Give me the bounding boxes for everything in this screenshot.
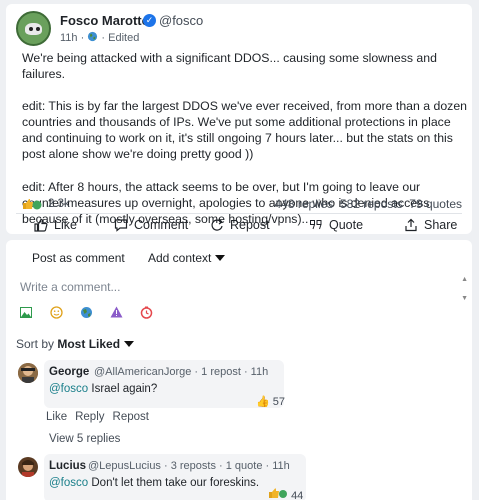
globe-icon: [88, 31, 98, 42]
meta-separator: ·: [80, 32, 88, 44]
comment-repost-button[interactable]: Repost: [113, 411, 149, 423]
tab-post-as-comment[interactable]: Post as comment: [32, 251, 125, 265]
author-avatar[interactable]: [16, 11, 51, 46]
input-scrollbar[interactable]: ▲ ▼: [461, 270, 468, 308]
quote-icon: [310, 220, 322, 230]
view-replies-link[interactable]: View 5 replies: [49, 433, 120, 445]
comment-icon: [114, 219, 128, 232]
warning-icon[interactable]: [109, 305, 123, 319]
comment-text: @fosco Don't let them take our foreskins…: [49, 477, 259, 489]
repost-label: Repost: [230, 218, 270, 232]
repost-button[interactable]: Repost: [210, 218, 270, 232]
comment-author-name[interactable]: Lucius: [49, 460, 86, 472]
edited-label[interactable]: Edited: [108, 32, 139, 44]
post-meta: 11h · · Edited: [60, 31, 139, 44]
comment-likes[interactable]: 👍 57: [256, 395, 285, 408]
reposts-count[interactable]: 582 reposts: [340, 197, 403, 211]
like-icon: [34, 218, 48, 232]
quote-label: Quote: [329, 218, 364, 232]
likes-count: 57: [272, 396, 286, 408]
mention-link[interactable]: @fosco: [49, 477, 88, 489]
comment-avatar[interactable]: [18, 363, 38, 383]
comment-label: Comment: [134, 218, 189, 232]
chevron-down-icon: [215, 255, 226, 261]
comment-actions: Like Reply Repost: [46, 411, 149, 423]
comment-body: Israel again?: [91, 383, 158, 395]
handle-text[interactable]: @AllAmericanJorge: [94, 366, 191, 378]
post-paragraph: edit: This is by far the largest DDOS we…: [22, 99, 468, 162]
comment-body: Don't let them take our foreskins.: [91, 477, 260, 489]
comment-avatar[interactable]: [18, 457, 38, 477]
comment-text: @fosco Israel again?: [49, 383, 157, 395]
globe-icon[interactable]: [79, 305, 93, 319]
thumbs-up-icon: 👍: [256, 396, 270, 408]
tab-add-context[interactable]: Add context: [148, 251, 226, 265]
share-label: Share: [424, 218, 458, 232]
post-stats: 448 replies 582 reposts 79 quotes: [275, 197, 463, 211]
comment-reply-button[interactable]: Reply: [75, 411, 104, 423]
post-card: Fosco Marotto ✓ @fosco 11h · · Edited We…: [6, 4, 472, 234]
comments-card: Post as comment Add context ▲▼ Sort by M…: [6, 240, 472, 500]
comment-likes[interactable]: 44: [268, 488, 303, 500]
comment-button[interactable]: Comment: [114, 218, 188, 232]
handle-text[interactable]: @LepusLucius: [88, 460, 161, 472]
emoji-icon[interactable]: [49, 305, 63, 319]
comment-author-handle: @AllAmericanJorge · 1 repost · 11h: [94, 366, 269, 378]
likes-count: 44: [291, 490, 304, 500]
sort-label: Sort by: [16, 337, 55, 351]
comment-meta: 1 repost · 11h: [201, 366, 269, 378]
thumbs-up-icon: [269, 488, 287, 498]
clock-icon[interactable]: [139, 305, 153, 319]
avatar-eye: [29, 27, 33, 31]
sort-value: Most Liked: [57, 337, 121, 351]
share-icon: [405, 218, 417, 232]
comment-toolbar: [19, 305, 153, 319]
verified-icon: ✓: [143, 14, 156, 27]
sort-control[interactable]: Sort by Most Liked: [16, 337, 135, 351]
like-label: Like: [54, 218, 77, 232]
mention-link[interactable]: @fosco: [49, 383, 88, 395]
author-handle[interactable]: @fosco: [159, 13, 203, 28]
reaction-icons[interactable]: [22, 198, 44, 213]
comment-author-handle: @LepusLucius · 3 reposts · 1 quote · 11h: [88, 460, 290, 472]
avatar-eye: [36, 27, 40, 31]
comment-like-button[interactable]: Like: [46, 411, 67, 423]
comment-author-name[interactable]: George: [49, 366, 89, 378]
comment-input[interactable]: [16, 272, 462, 302]
image-icon[interactable]: [19, 305, 33, 319]
replies-count[interactable]: 448 replies: [275, 197, 334, 211]
like-button[interactable]: Like: [34, 218, 77, 232]
share-button[interactable]: Share: [404, 218, 457, 232]
reaction-count[interactable]: 2.3k: [48, 198, 70, 210]
add-context-label: Add context: [148, 251, 212, 265]
author-name[interactable]: Fosco Marotto: [60, 13, 150, 28]
post-time[interactable]: 11h: [60, 32, 78, 44]
divider: [16, 213, 462, 214]
repost-icon: [211, 218, 223, 231]
comment-meta: 3 reposts · 1 quote · 11h: [170, 460, 290, 472]
thumbs-up-icon: [23, 199, 42, 210]
quotes-count[interactable]: 79 quotes: [409, 197, 462, 211]
chevron-down-icon: [124, 341, 135, 347]
quote-button[interactable]: Quote: [309, 218, 363, 232]
post-paragraph: We're being attacked with a significant …: [22, 51, 437, 82]
